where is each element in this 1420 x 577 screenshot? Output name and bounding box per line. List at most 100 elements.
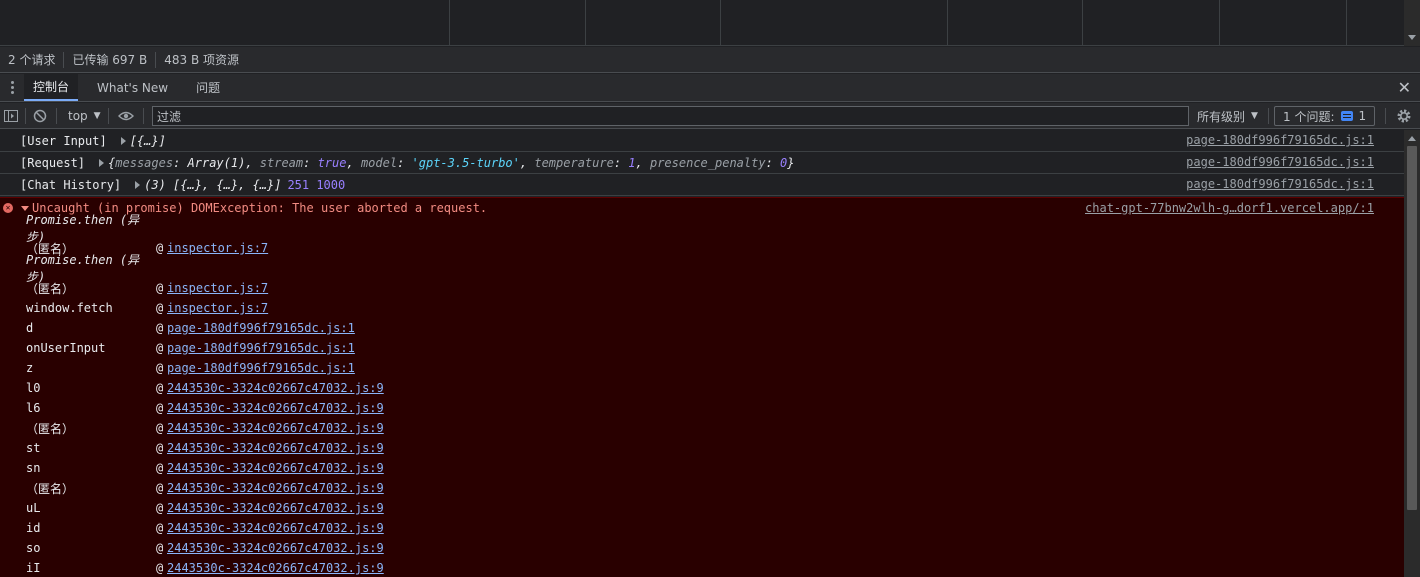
frame-source-link[interactable]: 2443530c-3324c02667c47032.js:9 (167, 421, 384, 435)
grid-column-divider (585, 0, 586, 46)
console-log-row[interactable]: [Chat History] (3) [{…}, {…}, {…}] 251 1… (0, 174, 1404, 196)
frame-source-link[interactable]: inspector.js:7 (167, 241, 268, 255)
network-summary-bar: 2 个请求 已传输 697 B 483 B 项资源 (0, 47, 1420, 73)
frame-function-name: so (26, 541, 41, 555)
frame-source-link[interactable]: 2443530c-3324c02667c47032.js:9 (167, 561, 384, 575)
drawer-tab-bar: 控制台 What's New 问题 ✕ (0, 74, 1420, 102)
more-tabs-icon[interactable] (0, 74, 24, 101)
frame-source-link[interactable]: 2443530c-3324c02667c47032.js:9 (167, 501, 384, 515)
stack-frame: uL @2443530c-3324c02667c47032.js:9 (0, 498, 1404, 518)
messages-value: Array(1) (187, 155, 246, 170)
stack-frame: sn @2443530c-3324c02667c47032.js:9 (0, 458, 1404, 478)
frame-function-name: st (26, 441, 41, 455)
frame-source-link[interactable]: inspector.js:7 (167, 281, 268, 295)
log-value: [{…}] (129, 133, 166, 148)
stack-trace: Promise.then (异步) （匿名） @ inspector.js:7 Prom… (0, 213, 1404, 577)
resources-size: 483 B 项资源 (164, 52, 240, 67)
stack-frame: l6 @2443530c-3324c02667c47032.js:9 (0, 398, 1404, 418)
frame-source-link[interactable]: 2443530c-3324c02667c47032.js:9 (167, 381, 384, 395)
log-level-selector[interactable]: 所有级别 ▼ (1197, 103, 1258, 129)
at-symbol: @ (156, 381, 164, 395)
at-symbol: @ (156, 401, 164, 415)
context-label: top (68, 109, 88, 123)
stack-frame: （匿名） @ inspector.js:7 (0, 278, 1404, 298)
frame-function-name: l0 (26, 381, 41, 395)
grid-column-divider (449, 0, 450, 46)
tab-issues[interactable]: 问题 (187, 74, 229, 101)
frame-function-name: d (26, 321, 34, 335)
expand-arrow-icon[interactable] (99, 158, 105, 167)
frame-source-link[interactable]: 2443530c-3324c02667c47032.js:9 (167, 461, 384, 475)
expand-arrow-icon[interactable] (135, 180, 141, 189)
frame-source-link[interactable]: 2443530c-3324c02667c47032.js:9 (167, 441, 384, 455)
console-scrollbar[interactable] (1404, 130, 1420, 577)
request-count: 2 个请求 (0, 51, 65, 68)
stack-frame: （匿名） @2443530c-3324c02667c47032.js:9 (0, 418, 1404, 438)
collapse-arrow-icon[interactable] (21, 205, 29, 211)
close-drawer-icon[interactable]: ✕ (1398, 78, 1411, 97)
frame-function-name: （匿名） (26, 481, 75, 496)
context-selector[interactable]: top ▼ (68, 103, 101, 129)
toolbar-divider (1268, 108, 1269, 124)
frame-source-link[interactable]: 2443530c-3324c02667c47032.js:9 (167, 541, 384, 555)
source-link[interactable]: chat-gpt-77bnw2wlh-g…dorf1.vercel.app/:1 (1085, 201, 1374, 215)
frame-function-name: id (26, 521, 41, 535)
scrollbar-thumb[interactable] (1407, 146, 1417, 510)
at-symbol: @ (156, 521, 164, 535)
scroll-down-arrow-icon[interactable] (1408, 35, 1416, 40)
toolbar-divider (143, 108, 144, 124)
stack-frame: iI @2443530c-3324c02667c47032.js:9 (0, 558, 1404, 577)
log-level-label: 所有级别 (1197, 109, 1246, 124)
clear-console-icon[interactable] (33, 103, 47, 129)
frame-source-link[interactable]: 2443530c-3324c02667c47032.js:9 (167, 401, 384, 415)
frame-function-name: （匿名） (26, 421, 75, 436)
source-link[interactable]: page-180df996f79165dc.js:1 (1186, 155, 1374, 169)
issues-button[interactable]: 1 个问题: 1 (1274, 106, 1375, 126)
error-text: Uncaught (in promise) DOMException: The … (32, 201, 488, 215)
tab-whats-new[interactable]: What's New (88, 74, 177, 101)
issues-count: 1 (1358, 109, 1367, 123)
toolbar-divider (25, 108, 26, 124)
grid-column-divider (947, 0, 948, 46)
grid-column-divider (1346, 0, 1347, 46)
stack-frame: （匿名） @2443530c-3324c02667c47032.js:9 (0, 478, 1404, 498)
filter-input[interactable]: 过滤 (152, 106, 1189, 126)
console-log-row[interactable]: [Request] {messages: Array(1), stream: t… (0, 152, 1404, 174)
source-link[interactable]: page-180df996f79165dc.js:1 (1186, 133, 1374, 147)
at-symbol: @ (156, 361, 164, 375)
frame-source-link[interactable]: page-180df996f79165dc.js:1 (167, 321, 355, 335)
at-symbol: @ (156, 321, 164, 335)
issue-message-icon (1340, 111, 1353, 121)
frame-function-name: sn (26, 461, 41, 475)
scroll-up-arrow-icon[interactable] (1408, 136, 1416, 141)
frame-source-link[interactable]: page-180df996f79165dc.js:1 (167, 341, 355, 355)
grid-column-divider (1219, 0, 1220, 46)
console-log-row[interactable]: [User Input] [{…}] page-180df996f79165dc… (0, 130, 1404, 152)
settings-gear-icon[interactable] (1396, 103, 1412, 129)
model-value: 'gpt-3.5-turbo' (411, 155, 520, 170)
frame-function-name: onUserInput (26, 341, 106, 355)
frame-function-name: l6 (26, 401, 41, 415)
sidebar-toggle-icon[interactable] (4, 103, 18, 129)
source-link[interactable]: page-180df996f79165dc.js:1 (1186, 177, 1374, 191)
stream-value: true (317, 155, 347, 170)
error-message: ✕ Uncaught (in promise) DOMException: Th… (0, 197, 1404, 577)
network-scrollbar[interactable] (1404, 0, 1420, 46)
network-waterfall-area (0, 0, 1404, 46)
error-header[interactable]: ✕ Uncaught (in promise) DOMException: Th… (0, 198, 1404, 218)
at-symbol: @ (156, 561, 164, 575)
stack-frame: d @ page-180df996f79165dc.js:1 (0, 318, 1404, 338)
expand-arrow-icon[interactable] (120, 136, 126, 145)
stack-frame: Promise.then (异步) (0, 213, 1404, 244)
frame-source-link[interactable]: 2443530c-3324c02667c47032.js:9 (167, 481, 384, 495)
log-label: [Request] (20, 155, 86, 170)
live-expression-eye-icon[interactable] (118, 103, 134, 129)
console-messages: [User Input] [{…}] page-180df996f79165dc… (0, 130, 1404, 577)
tab-console[interactable]: 控制台 (24, 74, 79, 101)
frame-source-link[interactable]: page-180df996f79165dc.js:1 (167, 361, 355, 375)
toolbar-divider (1385, 108, 1386, 124)
frame-source-link[interactable]: inspector.js:7 (167, 301, 268, 315)
frame-source-link[interactable]: 2443530c-3324c02667c47032.js:9 (167, 521, 384, 535)
chevron-down-icon: ▼ (93, 111, 101, 121)
toolbar-divider (56, 108, 57, 124)
